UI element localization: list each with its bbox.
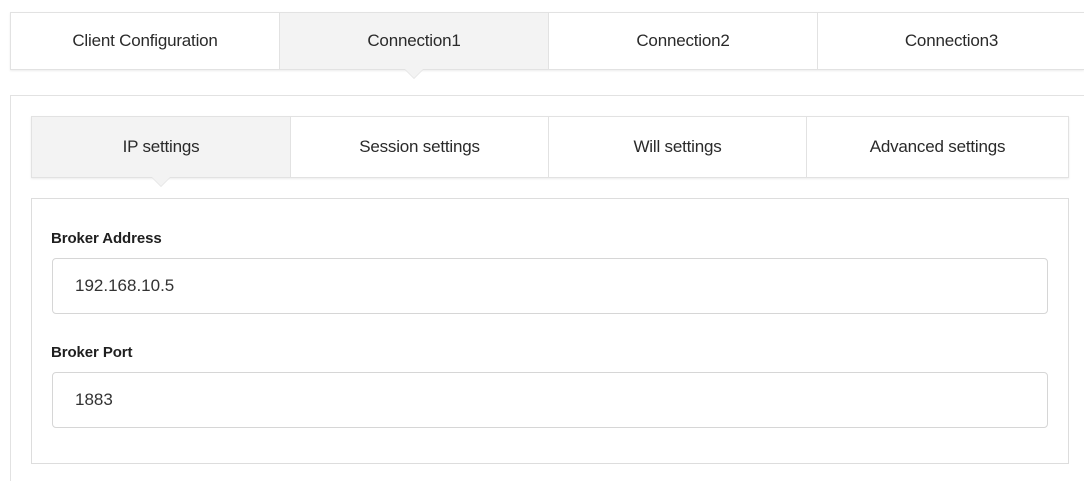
tab-connection3[interactable]: Connection3 — [818, 13, 1084, 69]
tab-will-settings[interactable]: Will settings — [549, 117, 807, 177]
tab-label: Session settings — [359, 137, 480, 156]
tab-label: Connection2 — [636, 31, 730, 50]
tab-connection2[interactable]: Connection2 — [549, 13, 818, 69]
tab-label: Advanced settings — [869, 137, 1006, 156]
tab-advanced-settings[interactable]: Advanced settings — [807, 117, 1068, 177]
broker-port-input[interactable] — [52, 372, 1048, 428]
ip-settings-form: Broker Address Broker Port — [31, 198, 1069, 464]
tab-label: IP settings — [122, 137, 200, 156]
tab-label: Connection3 — [904, 31, 999, 50]
tab-session-settings[interactable]: Session settings — [291, 117, 549, 177]
broker-address-input[interactable] — [52, 258, 1048, 314]
tab-client-configuration[interactable]: Client Configuration — [11, 13, 280, 69]
tab-label: Will settings — [633, 137, 722, 156]
tab-ip-settings[interactable]: IP settings — [32, 117, 291, 177]
broker-address-label: Broker Address — [51, 230, 162, 247]
broker-port-label: Broker Port — [51, 344, 133, 361]
tab-label: Client Configuration — [72, 31, 218, 50]
tab-label: Connection1 — [367, 31, 461, 50]
settings-tab-bar: IP settings Session settings Will settin… — [31, 116, 1069, 178]
tab-connection1[interactable]: Connection1 — [280, 13, 549, 69]
connection-tab-bar: Client Configuration Connection1 Connect… — [10, 12, 1084, 70]
